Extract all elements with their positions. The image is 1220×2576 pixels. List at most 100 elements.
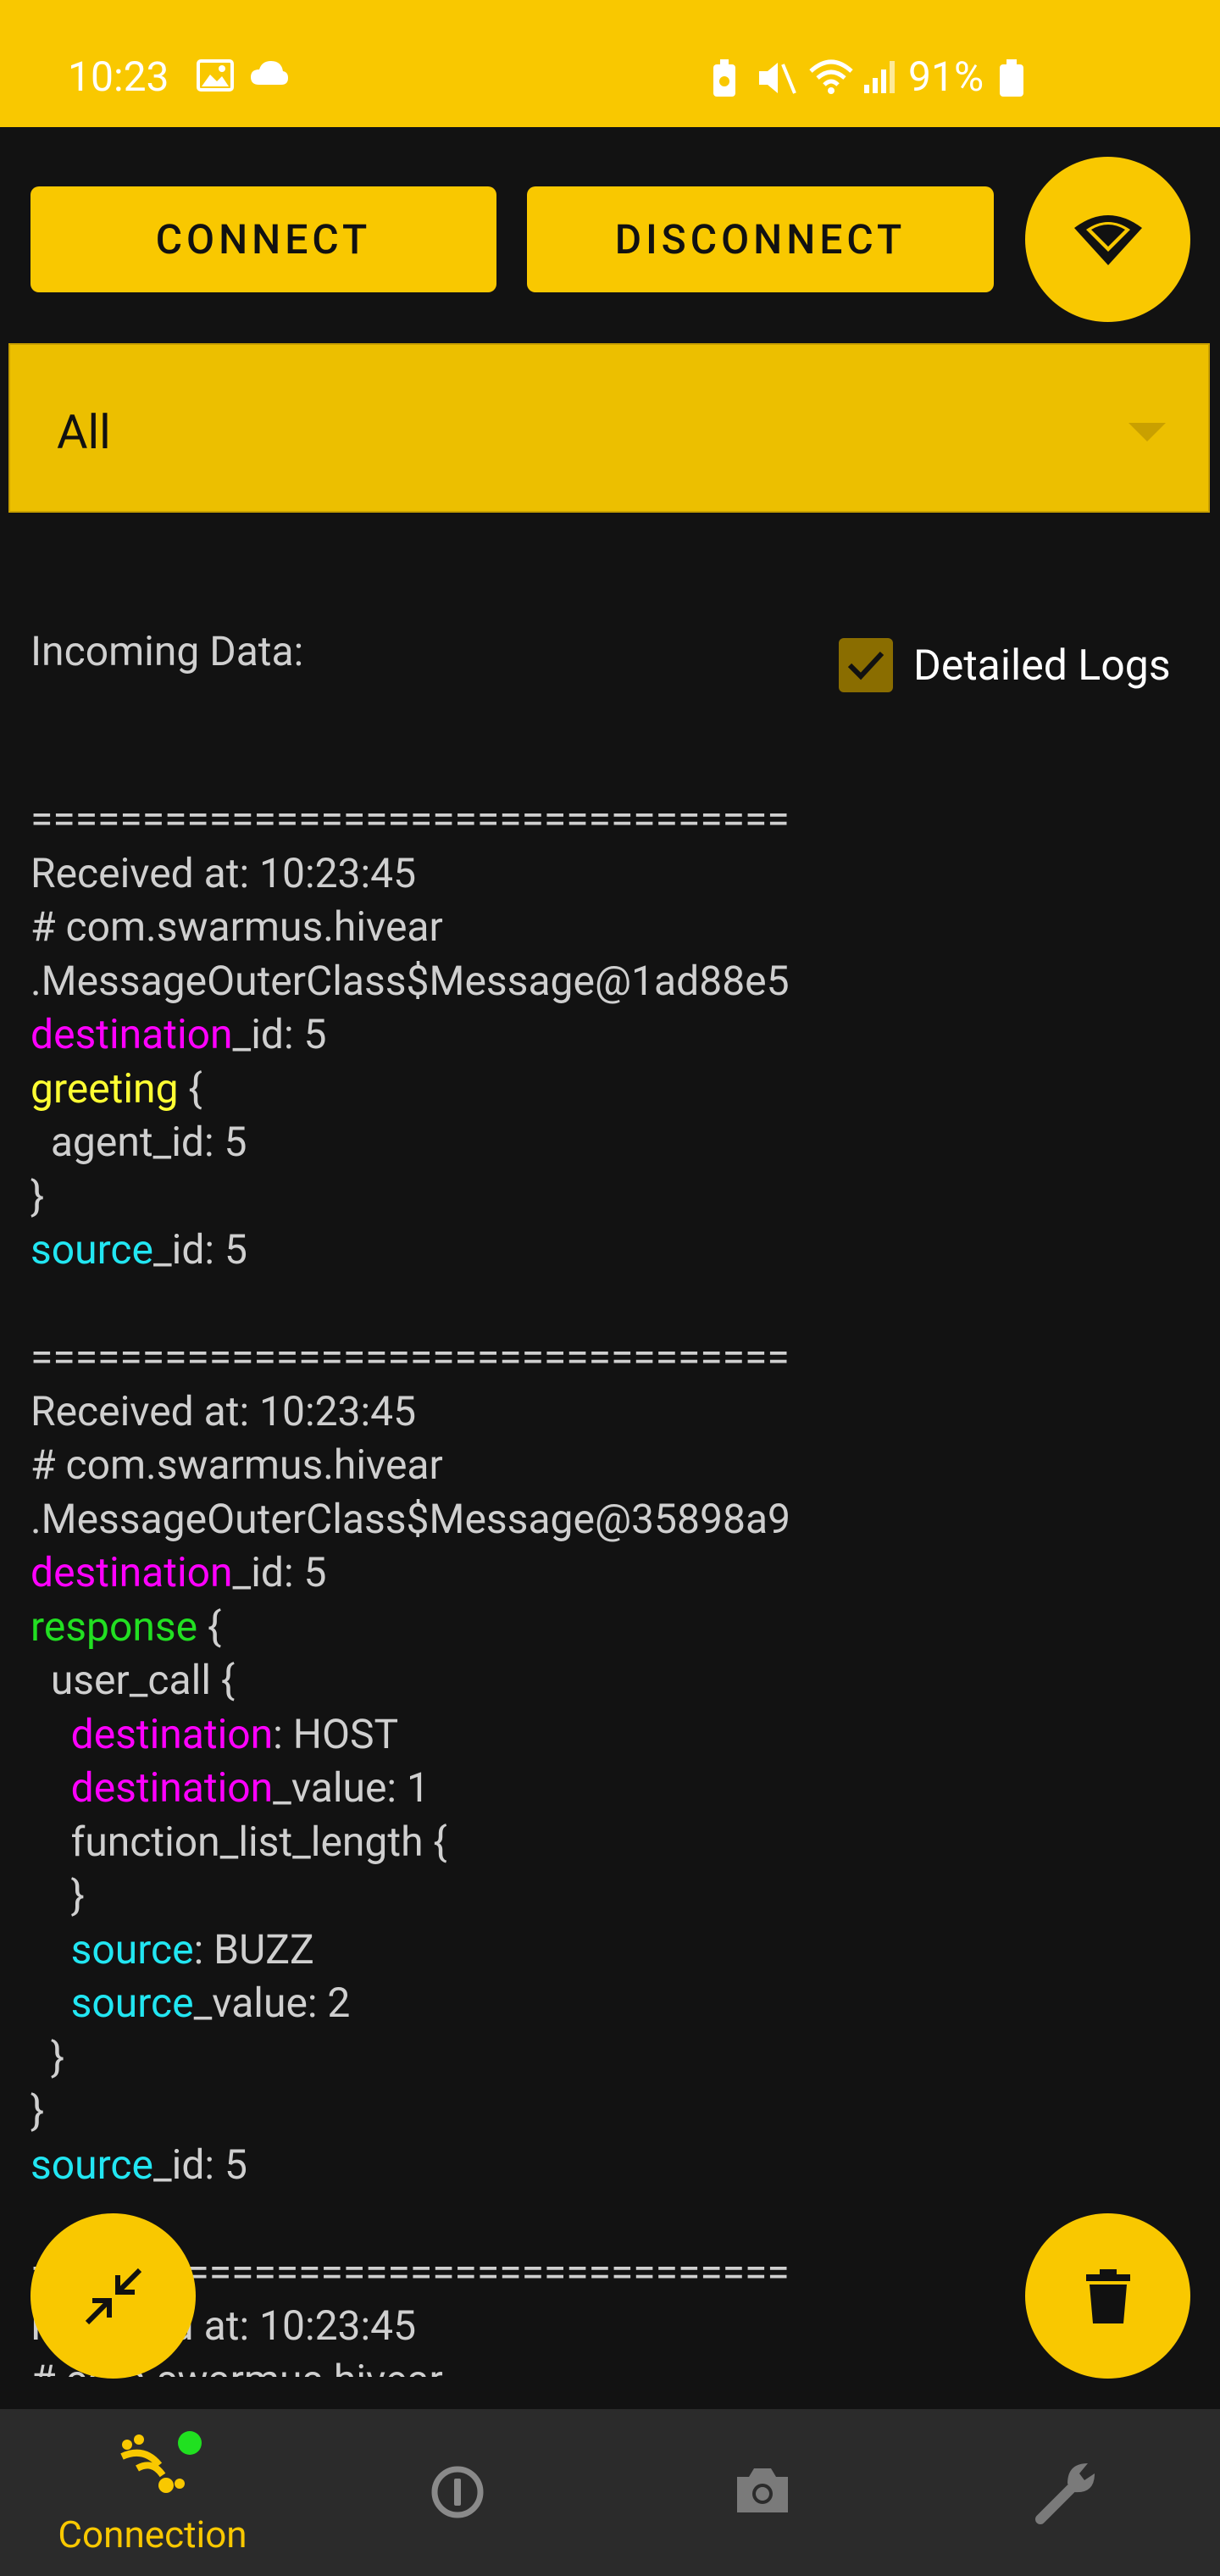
incoming-data-label: Incoming Data: bbox=[30, 627, 304, 675]
log-line: source_value: 2 bbox=[30, 1976, 1200, 2030]
nav-info[interactable] bbox=[305, 2409, 610, 2576]
log-line: # com.swarmus.hivear bbox=[30, 1438, 1200, 1492]
log-key: source bbox=[70, 1924, 194, 1974]
log-line: ================================== bbox=[30, 792, 1200, 847]
nav-connection-label: Connection bbox=[58, 2512, 247, 2557]
log-text: _value: 1 bbox=[273, 1763, 430, 1812]
log-line: response { bbox=[30, 1600, 1200, 1654]
nav-tools[interactable] bbox=[915, 2409, 1220, 2576]
mute-icon bbox=[759, 63, 796, 94]
log-key: destination bbox=[70, 1763, 274, 1812]
log-key: source bbox=[30, 2140, 154, 2189]
log-text: function_list_length { bbox=[30, 1817, 447, 1866]
cloud-icon bbox=[251, 61, 288, 85]
log-key: response bbox=[30, 1602, 198, 1651]
connection-status-badge bbox=[178, 2431, 202, 2455]
log-key: greeting bbox=[30, 1063, 179, 1113]
detailed-logs-label: Detailed Logs bbox=[913, 641, 1171, 691]
log-line: source_id: 5 bbox=[30, 2138, 1200, 2192]
log-line: } bbox=[30, 2084, 1200, 2138]
wifi-status-icon bbox=[809, 59, 853, 94]
image-notification-icon bbox=[197, 59, 234, 92]
log-text: } bbox=[30, 2086, 45, 2135]
log-line: ================================== bbox=[30, 1330, 1200, 1385]
log-line: source: BUZZ bbox=[30, 1923, 1200, 1977]
log-line: } bbox=[30, 2030, 1200, 2085]
checkbox-box[interactable] bbox=[839, 638, 893, 692]
log-text: .MessageOuterClass$Message@35898a9 bbox=[30, 1494, 791, 1543]
wrench-icon bbox=[1035, 2463, 1095, 2524]
log-text: { bbox=[197, 1602, 222, 1651]
log-line: Received at: 10:23:45 bbox=[30, 1385, 1200, 1439]
log-line: destination_value: 1 bbox=[30, 1761, 1200, 1815]
trash-icon bbox=[1085, 2268, 1130, 2323]
log-line: .MessageOuterClass$Message@1ad88e5 bbox=[30, 954, 1200, 1008]
disconnect-button[interactable]: DISCONNECT bbox=[527, 186, 994, 292]
check-icon bbox=[847, 651, 884, 680]
log-text: : HOST bbox=[273, 1709, 399, 1758]
log-line: destination_id: 5 bbox=[30, 1546, 1200, 1600]
log-line: } bbox=[30, 1868, 1200, 1923]
log-line: # com.swarmus.hivear bbox=[30, 2353, 1200, 2378]
log-text: _id: 5 bbox=[232, 1548, 327, 1596]
info-circle-icon bbox=[431, 2466, 484, 2518]
dropdown-arrow-icon bbox=[1128, 423, 1166, 441]
log-text: _id: 5 bbox=[232, 1010, 327, 1058]
status-time: 10:23 bbox=[68, 53, 169, 101]
log-line: .MessageOuterClass$Message@35898a9 bbox=[30, 1492, 1200, 1546]
log-text: ================================== bbox=[30, 1333, 790, 1381]
bottom-navigation: Connection bbox=[0, 2409, 1220, 2576]
battery-icon bbox=[1000, 59, 1023, 97]
log-key: destination bbox=[30, 1010, 233, 1058]
log-line: greeting { bbox=[30, 1062, 1200, 1116]
log-line: # com.swarmus.hivear bbox=[30, 900, 1200, 954]
log-text: { bbox=[178, 1063, 202, 1113]
log-line: Received at: 10:23:45 bbox=[30, 2299, 1200, 2353]
log-text: # com.swarmus.hivear bbox=[30, 902, 443, 951]
wifi-settings-button[interactable] bbox=[1025, 157, 1190, 322]
collapse-button[interactable] bbox=[30, 2213, 196, 2379]
filter-dropdown[interactable]: All bbox=[8, 343, 1210, 513]
log-text: Received at: 10:23:45 bbox=[30, 1386, 417, 1435]
nav-connection[interactable]: Connection bbox=[0, 2409, 305, 2576]
log-text: Received at: 10:23:45 bbox=[30, 848, 417, 897]
nav-camera[interactable] bbox=[610, 2409, 915, 2576]
log-text: user_call { bbox=[30, 1656, 236, 1704]
log-text: } bbox=[30, 1871, 85, 1919]
log-text: } bbox=[30, 1171, 45, 1220]
log-line: function_list_length { bbox=[30, 1815, 1200, 1869]
log-line: } bbox=[30, 1169, 1200, 1224]
wifi-icon bbox=[1073, 214, 1142, 265]
log-key: source bbox=[70, 1979, 194, 2027]
log-text: : BUZZ bbox=[193, 1924, 314, 1974]
connect-button[interactable]: CONNECT bbox=[30, 186, 496, 292]
log-line: Received at: 10:23:45 bbox=[30, 847, 1200, 901]
log-line: source_id: 5 bbox=[30, 1223, 1200, 1277]
log-text: _value: 2 bbox=[193, 1979, 351, 2027]
log-text: ================================== bbox=[30, 795, 790, 843]
log-text: _id: 5 bbox=[153, 1225, 247, 1274]
log-text: } bbox=[30, 2032, 65, 2081]
log-line: destination_id: 5 bbox=[30, 1008, 1200, 1062]
battery-saver-icon bbox=[713, 59, 735, 97]
clear-log-button[interactable] bbox=[1025, 2213, 1190, 2379]
collapse-arrows-icon bbox=[85, 2268, 141, 2324]
log-line: user_call { bbox=[30, 1653, 1200, 1707]
log-key: destination bbox=[30, 1548, 233, 1596]
incoming-data-log[interactable]: ================================== Receiv… bbox=[30, 792, 1200, 2377]
status-bar: 10:23 91% bbox=[0, 0, 1220, 127]
detailed-logs-checkbox[interactable]: Detailed Logs bbox=[839, 638, 1195, 696]
log-line: ================================== bbox=[30, 2246, 1200, 2300]
log-text: _id: 5 bbox=[153, 2140, 247, 2189]
log-key: destination bbox=[70, 1709, 274, 1758]
log-text: .MessageOuterClass$Message@1ad88e5 bbox=[30, 956, 790, 1005]
filter-selected-value: All bbox=[57, 404, 111, 460]
log-text: agent_id: 5 bbox=[30, 1118, 247, 1166]
log-line: agent_id: 5 bbox=[30, 1115, 1200, 1169]
